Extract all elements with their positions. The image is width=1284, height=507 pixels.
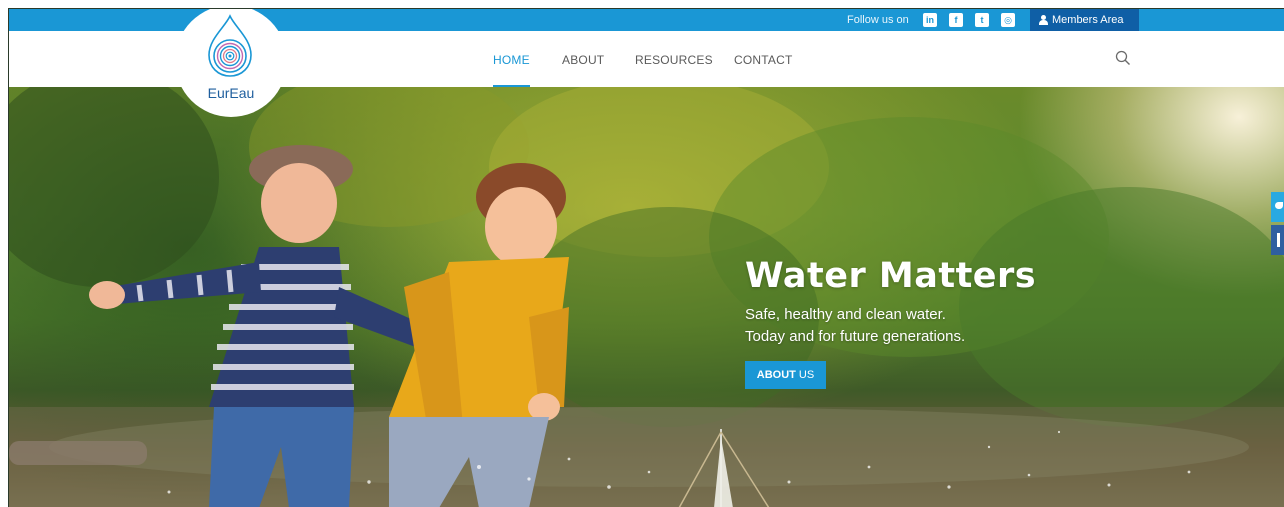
about-us-button-rest: US [795, 369, 815, 381]
facebook-icon[interactable]: f [949, 13, 963, 27]
members-area-button[interactable]: Members Area [1030, 9, 1139, 31]
twitter-icon[interactable]: t [975, 13, 989, 27]
follow-us-text: Follow us on [847, 14, 909, 26]
instagram-icon[interactable]: ◎ [1001, 13, 1015, 27]
about-us-button[interactable]: ABOUT US [745, 361, 826, 389]
water-drop-icon: EurEau [175, 9, 287, 117]
twitter-share-icon[interactable] [1271, 192, 1284, 222]
user-icon [1039, 15, 1048, 25]
about-us-button-bold: ABOUT [756, 369, 796, 381]
linkedin-icon[interactable]: in [923, 13, 937, 27]
nav-resources[interactable]: RESOURCES [635, 53, 713, 67]
nav-contact[interactable]: CONTACT [734, 53, 793, 67]
hero-photo [9, 87, 1284, 507]
facebook-share-icon[interactable] [1271, 225, 1284, 255]
hero-title: Water Matters [745, 256, 1037, 296]
browser-viewport: Follow us on in f t ◎ Members Area HOME … [8, 8, 1284, 507]
nav-home[interactable]: HOME [493, 53, 530, 67]
nav-about[interactable]: ABOUT [562, 53, 604, 67]
hero-subtitle-line-1: Safe, healthy and clean water. [745, 306, 946, 323]
logo-text: EurEau [208, 85, 255, 101]
hero-subtitle-line-2: Today and for future generations. [745, 328, 966, 345]
eureau-logo[interactable]: EurEau [173, 9, 289, 121]
hero-banner: Water Matters Safe, healthy and clean wa… [9, 87, 1284, 507]
search-icon[interactable] [1115, 50, 1131, 66]
members-area-label: Members Area [1052, 14, 1124, 26]
